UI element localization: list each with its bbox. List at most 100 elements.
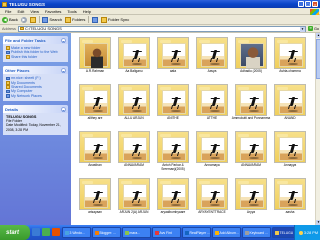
address-input[interactable]: C:\TELUGU SONGS ▼	[17, 25, 306, 32]
taskbar-button-label: Avs Fint	[159, 230, 172, 235]
folder-item[interactable]: allthey are	[77, 84, 113, 124]
chevron-down-icon[interactable]: ▼	[299, 26, 305, 32]
menu-help[interactable]: Help	[80, 9, 94, 14]
menu-favorites[interactable]: Favorites	[42, 9, 64, 14]
folder-item[interactable]: ALLU ARJUN	[116, 84, 152, 124]
folder-name: Ashta-chamma	[279, 69, 301, 73]
panel-header[interactable]: Details ︽	[3, 105, 68, 114]
place-network-places[interactable]: My Network Places	[6, 94, 66, 98]
chevron-up-icon[interactable]: ︽	[61, 67, 66, 73]
folder-item[interactable]: Anasthan	[77, 131, 113, 171]
folder-thumbnail	[274, 178, 306, 210]
folder-item[interactable]: ANNAVARAM	[233, 131, 269, 171]
address-value: C:\TELUGU SONGS	[24, 26, 62, 31]
folder-item[interactable]: ATTHE	[194, 84, 230, 124]
taskbar-button[interactable]: Blogger: ...	[92, 227, 121, 238]
folder-item[interactable]: Aavya	[194, 37, 230, 77]
folder-item[interactable]: aryaalbumbyaare	[155, 178, 191, 218]
folder-item[interactable]: aasha	[272, 178, 308, 218]
panel-header[interactable]: Other Places ︽	[3, 66, 68, 75]
folder-item[interactable]: ANAND	[272, 84, 308, 124]
shared-documents-icon	[6, 85, 10, 89]
app-icon	[64, 230, 69, 235]
taskbar-button[interactable]: 3 Windo...	[62, 227, 91, 238]
folder-item[interactable]: Adhadiu (2005)	[233, 37, 269, 77]
chevron-up-icon[interactable]: ︽	[61, 106, 66, 112]
window-title: TELUGU SONGS	[9, 1, 46, 7]
folder-item[interactable]: Aa Baliganu	[116, 37, 152, 77]
views-button[interactable]	[91, 16, 98, 23]
folder-item[interactable]: ARJUN 2(A) ARJUN	[116, 178, 152, 218]
folder-name: ANAND	[284, 116, 296, 120]
start-label: start	[6, 229, 20, 236]
search-button[interactable]: Search	[42, 16, 62, 23]
computer-icon	[6, 89, 10, 94]
folder-item[interactable]: arisayaan	[77, 178, 113, 218]
folder-thumbnail	[79, 131, 111, 163]
start-button[interactable]: start	[0, 225, 30, 240]
desktop-icon[interactable]	[32, 228, 40, 236]
close-button[interactable]: ×	[312, 1, 318, 7]
folder-thumbnail	[274, 37, 306, 69]
folder-item[interactable]: Annayya	[272, 131, 308, 171]
taskbar: start 3 Windo... Blogger: ... mara... Avs F…	[0, 225, 320, 240]
folder-name: Anasthan	[88, 163, 102, 167]
folder-item[interactable]: ANITHE	[155, 84, 191, 124]
app-icon	[274, 230, 279, 235]
menu-file[interactable]: File	[2, 9, 14, 14]
menu-view[interactable]: View	[27, 9, 42, 14]
folder-thumbnail	[118, 84, 150, 116]
scroll-thumb[interactable]	[316, 39, 320, 79]
vertical-scrollbar[interactable]: ▲ ▼	[315, 33, 320, 225]
back-button[interactable]: ◀ Back	[2, 16, 18, 23]
up-button[interactable]	[29, 16, 36, 23]
folder-item[interactable]: ARYAYENTTRACE	[194, 178, 230, 218]
forward-button[interactable]: ▶	[20, 16, 27, 23]
app-icon	[154, 230, 159, 235]
folder-thumbnail	[118, 37, 150, 69]
folder-item[interactable]: Annamaya	[194, 131, 230, 171]
task-label: Share this folder	[11, 54, 38, 59]
share-folder-icon	[6, 55, 10, 59]
folder-item[interactable]: Aryya	[233, 178, 269, 218]
minimize-button[interactable]: _	[298, 1, 304, 7]
windows-logo-icon	[310, 8, 319, 15]
folder-sync-button[interactable]: Folder Sync	[100, 16, 130, 23]
panel-header[interactable]: File and Folder Tasks ︽	[3, 36, 68, 44]
menu-tools[interactable]: Tools	[64, 9, 79, 14]
folder-thumbnail	[196, 178, 228, 210]
file-folder-tasks-panel: File and Folder Tasks ︽ Make a new folde…	[3, 36, 68, 63]
toolbar-separator	[88, 16, 89, 23]
folder-name: ANNAVARAM	[124, 163, 144, 167]
folder-item[interactable]: Antoh Parkar & Sreemanji(2005)	[155, 131, 191, 171]
taskbar-button[interactable]: Keyboard ...	[242, 227, 271, 238]
folder-item[interactable]: Ammukutti and Ponnamma	[231, 84, 271, 124]
chevron-up-icon[interactable]: ︽	[61, 37, 66, 43]
media-icon[interactable]	[52, 228, 60, 236]
folder-sync-label: Folder Sync	[107, 17, 130, 22]
folder-thumbnail	[157, 37, 189, 69]
taskbar-button[interactable]: Avs Fint	[152, 227, 181, 238]
go-button[interactable]: ➜ Go	[307, 26, 319, 31]
browser-icon[interactable]	[42, 228, 50, 236]
folder-item[interactable]: A.R.Rahman	[77, 37, 113, 77]
task-share-folder[interactable]: Share this folder	[6, 55, 66, 59]
folder-name: Ammukutti and Ponnamma	[231, 116, 271, 120]
taskbar-button[interactable]: mara...	[122, 227, 151, 238]
menu-edit[interactable]: Edit	[14, 9, 27, 14]
folder-item[interactable]: ANNAVARAM	[116, 131, 152, 171]
task-pane: File and Folder Tasks ︽ Make a new folde…	[0, 33, 71, 225]
toolbar: ◀ Back ▶ Search Folders Folder Sync	[0, 15, 320, 25]
folder-item[interactable]: aata	[155, 37, 191, 77]
tray-icon[interactable]	[298, 230, 303, 235]
folder-item[interactable]: Ashta-chamma	[272, 37, 308, 77]
taskbar-button[interactable]: RealPlayer ...	[182, 227, 211, 238]
taskbar-button[interactable]: Add Album...	[212, 227, 241, 238]
network-icon	[6, 94, 10, 98]
maximize-button[interactable]: □	[305, 1, 311, 7]
scroll-up-arrow-icon[interactable]: ▲	[316, 33, 320, 38]
title-bar: TELUGU SONGS _ □ ×	[0, 0, 320, 8]
folders-button[interactable]: Folders	[65, 16, 85, 23]
documents-icon	[6, 81, 10, 85]
folder-thumbnail	[157, 131, 189, 163]
